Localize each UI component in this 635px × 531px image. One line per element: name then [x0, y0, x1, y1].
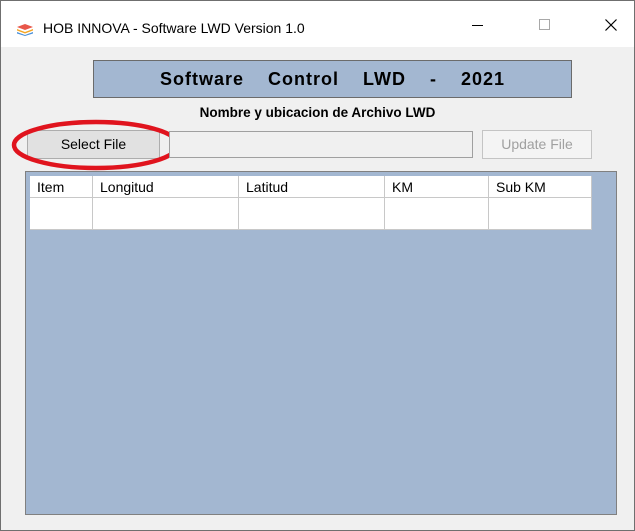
- main-window: HOB INNOVA - Software LWD Version 1.0 So…: [0, 0, 635, 531]
- update-file-button[interactable]: Update File: [482, 130, 592, 159]
- minimize-button[interactable]: [455, 9, 501, 39]
- minimize-icon: [472, 25, 483, 26]
- file-path-field[interactable]: [169, 131, 473, 158]
- table-cell[interactable]: [489, 198, 592, 230]
- stacked-layers-icon: [17, 23, 33, 36]
- table-cell[interactable]: [30, 198, 93, 230]
- column-header-longitud[interactable]: Longitud: [93, 176, 239, 198]
- column-header-latitud[interactable]: Latitud: [239, 176, 385, 198]
- column-header-km[interactable]: KM: [385, 176, 489, 198]
- close-button[interactable]: [588, 9, 634, 39]
- maximize-button[interactable]: [522, 9, 568, 39]
- table-cell[interactable]: [239, 198, 385, 230]
- table-cell[interactable]: [93, 198, 239, 230]
- app-banner: Software Control LWD - 2021: [93, 60, 572, 98]
- table-cell[interactable]: [385, 198, 489, 230]
- window-title: HOB INNOVA - Software LWD Version 1.0: [43, 20, 305, 36]
- select-file-button[interactable]: Select File: [27, 130, 160, 159]
- close-icon: [605, 19, 617, 31]
- column-header-item[interactable]: Item: [30, 176, 93, 198]
- table-row[interactable]: [30, 198, 592, 230]
- data-grid[interactable]: Item Longitud Latitud KM Sub KM: [25, 171, 617, 515]
- grid-header-row: Item Longitud Latitud KM Sub KM: [30, 176, 592, 198]
- title-bar[interactable]: HOB INNOVA - Software LWD Version 1.0: [1, 1, 634, 47]
- column-header-sub-km[interactable]: Sub KM: [489, 176, 592, 198]
- maximize-icon: [539, 19, 550, 30]
- file-section-label: Nombre y ubicacion de Archivo LWD: [199, 105, 436, 120]
